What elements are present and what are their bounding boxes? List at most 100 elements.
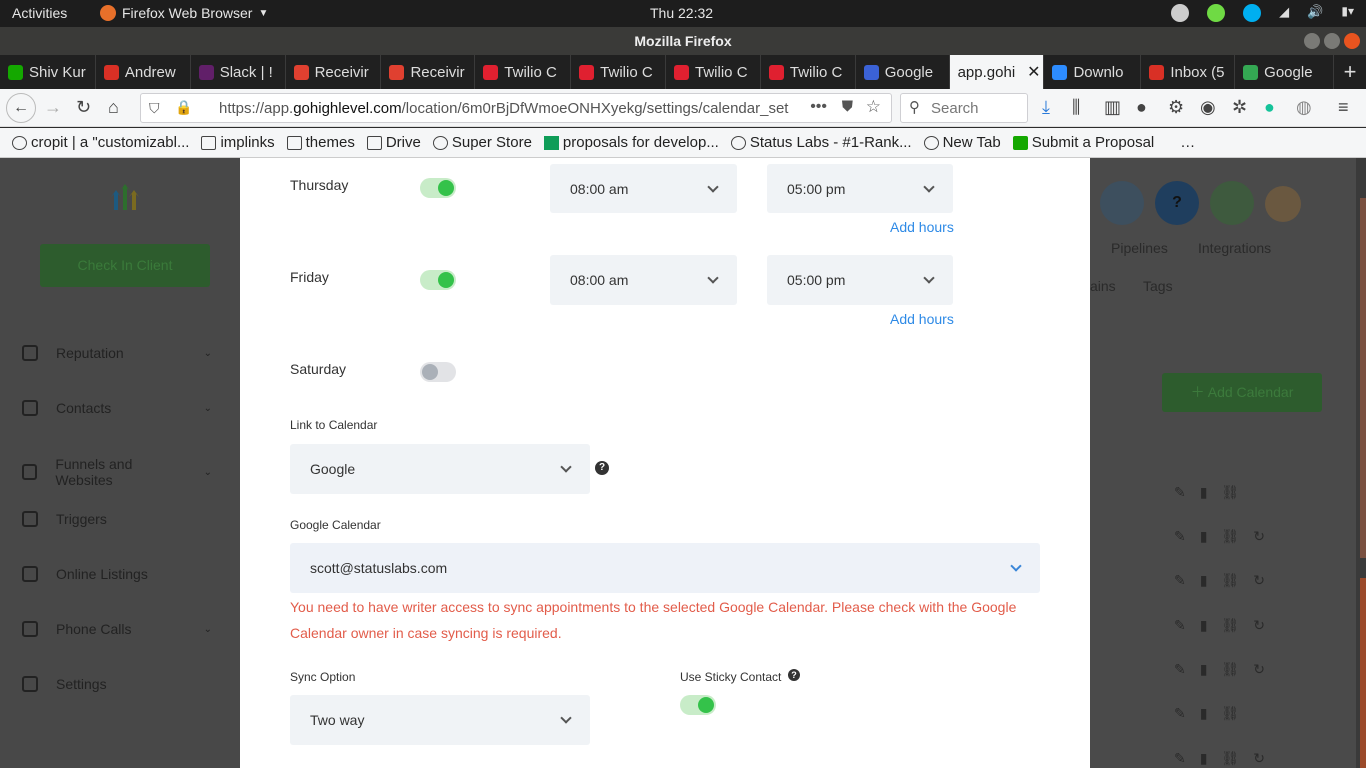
app-logo-icon[interactable]: [110, 182, 140, 212]
slack-tray-icon[interactable]: [1171, 4, 1190, 22]
link-to-calendar-select[interactable]: Google: [290, 444, 590, 494]
help-icon[interactable]: ?: [788, 669, 800, 681]
back-icon[interactable]: ←: [6, 93, 36, 123]
page-actions-icon[interactable]: •••: [810, 98, 827, 116]
pocket-icon[interactable]: ⛊: [842, 98, 853, 115]
reload-icon[interactable]: ↻: [76, 97, 91, 118]
lock-icon[interactable]: 🔒: [175, 99, 192, 116]
bookmark-item[interactable]: Super Store: [432, 134, 532, 151]
tab-0[interactable]: Shiv Kur: [0, 55, 96, 89]
maximize-button[interactable]: [1324, 33, 1340, 49]
sticky-contact-toggle[interactable]: [680, 695, 716, 715]
tab-4[interactable]: Receivir: [381, 55, 476, 89]
forward-icon[interactable]: →: [44, 97, 62, 118]
tracking-shield-icon[interactable]: ⛉: [149, 100, 160, 117]
thursday-end-select[interactable]: 05:00 pm: [767, 164, 953, 213]
extension-settings-icon[interactable]: ⚙: [1168, 97, 1184, 118]
download-icon[interactable]: ⤓: [1042, 97, 1050, 118]
extension-gear-icon[interactable]: ✲: [1232, 97, 1247, 118]
friday-toggle[interactable]: [420, 270, 456, 290]
thursday-start-select[interactable]: 08:00 am: [550, 164, 737, 213]
bookmark-item[interactable]: …: [1180, 134, 1195, 151]
help-icon[interactable]: ?: [595, 461, 609, 475]
thursday-toggle[interactable]: [420, 178, 456, 198]
tab-tags[interactable]: Tags: [1143, 278, 1173, 294]
tab-1[interactable]: Andrew: [96, 55, 191, 89]
tab-13[interactable]: Google: [1235, 55, 1335, 89]
battery-icon[interactable]: ▮▾: [1341, 4, 1354, 22]
tab-7[interactable]: Twilio C: [666, 55, 761, 89]
tab-10[interactable]: app.gohi ✕: [949, 55, 1045, 89]
table-row-actions[interactable]: ✎▮⛓↻: [1174, 617, 1279, 634]
table-row-actions[interactable]: ✎▮⛓: [1174, 705, 1253, 722]
help-circle-icon[interactable]: ?: [1155, 181, 1199, 225]
saturday-toggle[interactable]: [420, 362, 456, 382]
volume-icon[interactable]: 🔊: [1307, 4, 1323, 22]
new-tab-button[interactable]: +: [1334, 55, 1366, 89]
avatar[interactable]: [1265, 186, 1301, 222]
friday-add-hours-link[interactable]: Add hours: [890, 311, 954, 327]
tab-5[interactable]: Twilio C: [475, 55, 572, 89]
friday-start-select[interactable]: 08:00 am: [550, 255, 737, 305]
wifi-icon[interactable]: ◢: [1279, 4, 1289, 22]
close-tab-icon[interactable]: ✕: [1027, 62, 1040, 82]
clock[interactable]: Thu 22:32: [650, 5, 713, 21]
globe-extension-icon[interactable]: ◍: [1296, 97, 1312, 118]
bookmark-star-icon[interactable]: ☆: [866, 97, 881, 117]
tab-11[interactable]: Downlo: [1044, 55, 1142, 89]
table-row-actions[interactable]: ✎▮⛓↻: [1174, 528, 1279, 545]
account-icon[interactable]: ◉: [1200, 97, 1216, 118]
phone-icon[interactable]: [1210, 181, 1254, 225]
tab-12[interactable]: Inbox (5: [1141, 55, 1236, 89]
bookmark-item[interactable]: Submit a Proposal: [1012, 134, 1154, 151]
sidebar-item-5[interactable]: Phone Calls ⌄: [22, 621, 212, 637]
bookmark-item[interactable]: proposals for develop...: [543, 134, 719, 151]
scrollbar-thumb[interactable]: [1360, 198, 1366, 558]
friday-end-select[interactable]: 05:00 pm: [767, 255, 953, 305]
tab-integrations[interactable]: Integrations: [1198, 240, 1271, 256]
sidebar-item-6[interactable]: Settings: [22, 676, 212, 692]
upwork-tray-icon[interactable]: [1207, 4, 1226, 22]
url-text[interactable]: https://app.gohighlevel.com/location/6m0…: [219, 100, 799, 117]
activities-button[interactable]: Activities: [12, 5, 67, 21]
sidebar-item-2[interactable]: Funnels and Websites ⌄: [22, 456, 212, 488]
table-row-actions[interactable]: ✎▮⛓: [1174, 484, 1253, 501]
library-icon[interactable]: ⫼: [1072, 97, 1080, 118]
sidebar-item-1[interactable]: Contacts ⌄: [22, 400, 212, 416]
check-in-client-button[interactable]: Check In Client: [40, 244, 210, 287]
tab-pipelines[interactable]: Pipelines: [1111, 240, 1168, 256]
sidebar-icon[interactable]: ▥: [1104, 97, 1121, 118]
minimize-button[interactable]: [1304, 33, 1320, 49]
skype-tray-icon[interactable]: [1243, 4, 1262, 22]
url-bar[interactable]: ⛉ 🔒 https://app.gohighlevel.com/location…: [140, 93, 892, 123]
google-calendar-select[interactable]: scott@statuslabs.com: [290, 543, 1040, 593]
bookmark-item[interactable]: Drive: [366, 134, 421, 151]
table-row-actions[interactable]: ✎▮⛓↻: [1174, 750, 1279, 767]
bookmark-item[interactable]: implinks: [201, 134, 275, 151]
sidebar-item-3[interactable]: Triggers: [22, 511, 212, 527]
extension-colorzilla-icon[interactable]: ●: [1136, 97, 1147, 118]
tab-2[interactable]: Slack | !: [191, 55, 286, 89]
table-row-actions[interactable]: ✎▮⛓↻: [1174, 572, 1279, 589]
tab-domains[interactable]: ains: [1090, 278, 1116, 294]
tab-9[interactable]: Google: [856, 55, 950, 89]
sidebar-item-0[interactable]: Reputation ⌄: [22, 345, 212, 361]
bookmark-item[interactable]: Status Labs - #1-Rank...: [730, 134, 912, 151]
thursday-add-hours-link[interactable]: Add hours: [890, 219, 954, 235]
sync-option-select[interactable]: Two way: [290, 695, 590, 745]
bookmark-item[interactable]: New Tab: [923, 134, 1001, 151]
home-icon[interactable]: ⌂: [108, 97, 119, 118]
add-calendar-button[interactable]: ＋ Add Calendar: [1162, 373, 1322, 412]
menu-icon[interactable]: ≡: [1338, 97, 1349, 118]
search-input[interactable]: ⚲ Search: [900, 93, 1028, 123]
table-row-actions[interactable]: ✎▮⛓↻: [1174, 661, 1279, 678]
app-menu[interactable]: Firefox Web Browser ▼: [100, 5, 268, 21]
bookmark-item[interactable]: themes: [286, 134, 355, 151]
tab-6[interactable]: Twilio C: [571, 55, 667, 89]
close-window-button[interactable]: [1344, 33, 1360, 49]
grammarly-icon[interactable]: ●: [1264, 97, 1275, 118]
sidebar-item-4[interactable]: Online Listings: [22, 566, 212, 582]
switch-icon[interactable]: [1100, 181, 1144, 225]
bookmark-item[interactable]: cropit | a "customizabl...: [12, 134, 189, 151]
tab-8[interactable]: Twilio C: [761, 55, 856, 89]
